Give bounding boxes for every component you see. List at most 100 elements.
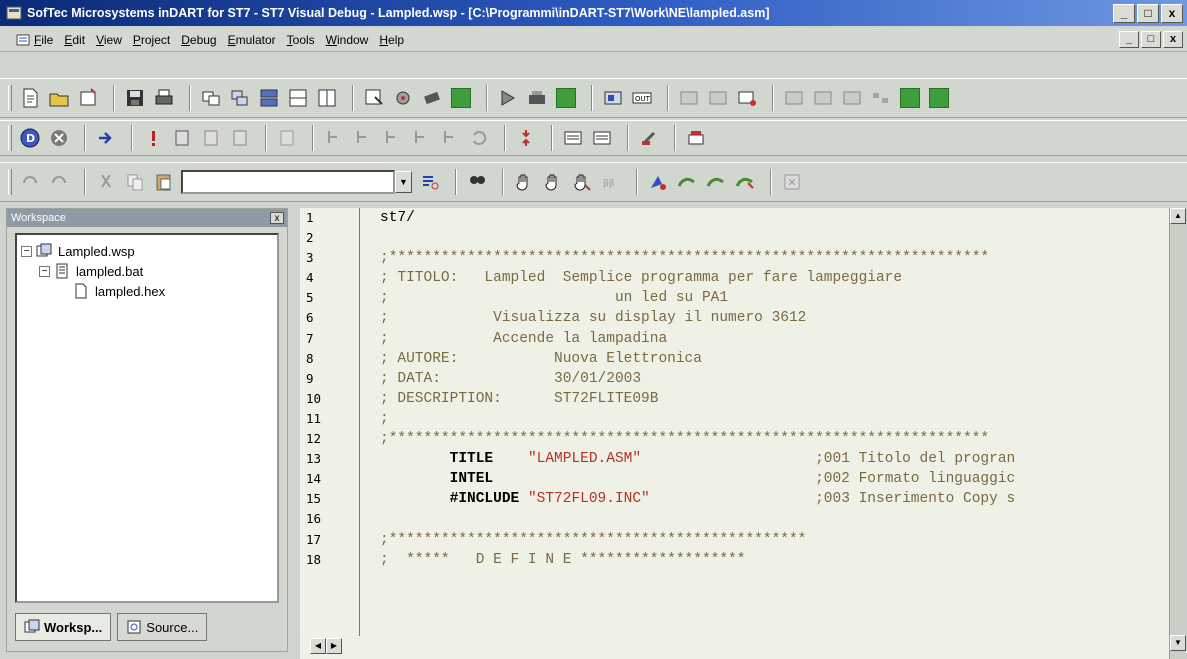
registers-icon[interactable]	[706, 86, 730, 110]
find-in-files-icon[interactable]	[418, 170, 442, 194]
code-line[interactable]: ;	[380, 409, 1169, 429]
bookmark-icon[interactable]: ββ	[599, 170, 623, 194]
redo-icon[interactable]	[47, 170, 71, 194]
close-button[interactable]: x	[1161, 3, 1183, 23]
tile-horizontal-icon[interactable]	[257, 86, 281, 110]
status-green-icon-2[interactable]	[927, 86, 951, 110]
breakpoint-window-icon[interactable]	[735, 86, 759, 110]
code-line[interactable]: ; Accende la lampadina	[380, 329, 1169, 349]
scroll-right-button[interactable]: ▶	[326, 638, 342, 654]
code-area[interactable]: st7/ ;***********************************…	[380, 208, 1169, 636]
menu-window[interactable]: Window	[326, 33, 369, 47]
build-icon[interactable]	[391, 86, 415, 110]
code-line[interactable]: ; AUTORE: Nuova Elettronica	[380, 349, 1169, 369]
code-line[interactable]: INTEL ;002 Formato linguaggic	[380, 469, 1169, 489]
instr-out-icon[interactable]	[409, 126, 433, 150]
collapse-toggle[interactable]: −	[21, 245, 32, 257]
run-green-icon[interactable]	[449, 86, 473, 110]
scroll-left-button[interactable]: ◀	[310, 638, 326, 654]
find-combo-input[interactable]	[181, 170, 395, 194]
stack-icon[interactable]	[811, 86, 835, 110]
tree-item-workspace[interactable]: − Lampled.wsp	[21, 241, 273, 261]
connect-green-icon[interactable]	[554, 86, 578, 110]
memory-map-icon[interactable]	[561, 126, 585, 150]
disassembly-icon[interactable]	[840, 86, 864, 110]
toolbar-grip[interactable]	[8, 169, 12, 195]
code-line[interactable]	[380, 228, 1169, 248]
trace-icon[interactable]	[782, 86, 806, 110]
menu-emulator[interactable]: Emulator	[228, 33, 276, 47]
instr-step-icon[interactable]	[351, 126, 375, 150]
copy-icon[interactable]	[123, 170, 147, 194]
status-green-icon-1[interactable]	[898, 86, 922, 110]
clear-icon[interactable]	[637, 126, 661, 150]
tab-workspace[interactable]: Worksp...	[15, 613, 112, 641]
watch-icon[interactable]	[677, 86, 701, 110]
menu-help[interactable]: Help	[379, 33, 404, 47]
prev-breakpoint-icon[interactable]	[704, 170, 728, 194]
tree-item-hex[interactable]: lampled.hex	[21, 281, 273, 301]
break-icon[interactable]	[141, 126, 165, 150]
mdi-restore-button[interactable]: □	[1141, 31, 1161, 48]
step-over-icon[interactable]	[228, 126, 252, 150]
menu-debug[interactable]: Debug	[181, 33, 216, 47]
horizontal-scrollbar[interactable]: ◀ ▶	[310, 638, 342, 654]
code-line[interactable]: ;***************************************…	[380, 429, 1169, 449]
code-line[interactable]: ; un led su PA1	[380, 288, 1169, 308]
new-file-icon[interactable]	[18, 86, 42, 110]
menu-tools[interactable]: Tools	[287, 33, 315, 47]
step-into-icon[interactable]	[199, 126, 223, 150]
run-to-cursor-icon[interactable]	[322, 126, 346, 150]
mdi-minimize-button[interactable]: _	[1119, 31, 1139, 48]
code-line[interactable]: ; ***** D E F I N E *******************	[380, 550, 1169, 570]
chip-icon[interactable]	[420, 86, 444, 110]
menu-view[interactable]: View	[96, 33, 122, 47]
menu-project[interactable]: Project	[133, 33, 170, 47]
open-folder-icon[interactable]	[47, 86, 71, 110]
toggle-breakpoint-icon[interactable]	[646, 170, 670, 194]
refresh-icon[interactable]	[514, 126, 538, 150]
toolbar-grip[interactable]	[8, 125, 12, 151]
tile-split-icon[interactable]	[286, 86, 310, 110]
hand-clear-icon[interactable]	[570, 170, 594, 194]
next-breakpoint-icon[interactable]	[675, 170, 699, 194]
maximize-button[interactable]: □	[1137, 3, 1159, 23]
memory-dump-icon[interactable]	[590, 126, 614, 150]
paste-icon[interactable]	[152, 170, 176, 194]
undo-window-icon[interactable]	[199, 86, 223, 110]
tile-vertical-icon[interactable]	[315, 86, 339, 110]
program-chip-icon[interactable]	[684, 126, 708, 150]
print-icon[interactable]	[152, 86, 176, 110]
tab-source[interactable]: Source...	[117, 613, 208, 641]
code-line[interactable]	[380, 509, 1169, 529]
code-line[interactable]: ; DESCRIPTION: ST72FLITE09B	[380, 389, 1169, 409]
scroll-down-button[interactable]: ▼	[1170, 635, 1186, 651]
debug-icon[interactable]	[496, 86, 520, 110]
code-line[interactable]: ; DATA: 30/01/2003	[380, 369, 1169, 389]
minimize-button[interactable]: _	[1113, 3, 1135, 23]
mdi-close-button[interactable]: x	[1163, 31, 1183, 48]
output-icon[interactable]: OUT	[630, 86, 654, 110]
code-line[interactable]: TITLE "LAMPLED.ASM" ;001 Titolo del prog…	[380, 449, 1169, 469]
cut-icon[interactable]	[94, 170, 118, 194]
restart-icon[interactable]	[467, 126, 491, 150]
hand-prev-icon[interactable]	[541, 170, 565, 194]
tree-item-batch[interactable]: − lampled.bat	[21, 261, 273, 281]
undo-icon[interactable]	[18, 170, 42, 194]
collapse-toggle[interactable]: −	[39, 265, 50, 277]
emulator-icon[interactable]	[525, 86, 549, 110]
reset-icon[interactable]	[170, 126, 194, 150]
toolbar-grip[interactable]	[8, 85, 12, 111]
instr-over-icon[interactable]	[380, 126, 404, 150]
chevron-down-icon[interactable]: ▼	[395, 171, 412, 193]
code-line[interactable]: ;***************************************…	[380, 248, 1169, 268]
code-line[interactable]: st7/	[380, 208, 1169, 228]
hand-icon[interactable]	[512, 170, 536, 194]
save-icon[interactable]	[123, 86, 147, 110]
scroll-up-button[interactable]: ▲	[1170, 208, 1186, 224]
go-icon[interactable]	[94, 126, 118, 150]
document-icon[interactable]	[16, 34, 30, 46]
menu-file[interactable]: File	[34, 33, 53, 47]
code-line[interactable]: ; TITOLO: Lampled Semplice programma per…	[380, 268, 1169, 288]
properties-icon[interactable]	[780, 170, 804, 194]
